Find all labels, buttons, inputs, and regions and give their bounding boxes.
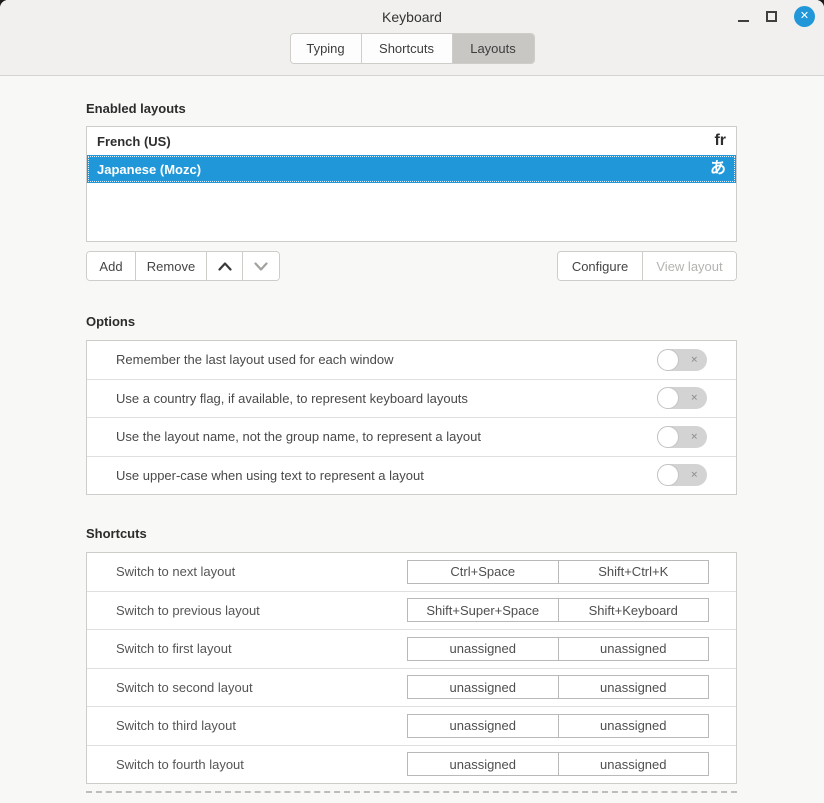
option-row-upper-case: Use upper-case when using text to repres… <box>87 457 736 495</box>
add-button[interactable]: Add <box>87 252 136 280</box>
shortcut-row-second-layout: Switch to second layout unassigned unass… <box>87 669 736 708</box>
window-resize-edge[interactable] <box>86 791 737 793</box>
configure-button[interactable]: Configure <box>558 252 643 280</box>
keybinding-group: unassigned unassigned <box>407 675 709 699</box>
close-icon[interactable]: ✕ <box>794 6 815 27</box>
toggle-off-icon: ✕ <box>690 432 698 441</box>
shortcut-row-previous-layout: Switch to previous layout Shift+Super+Sp… <box>87 592 736 631</box>
titlebar[interactable]: Keyboard ✕ <box>0 0 824 33</box>
toggle-off-icon: ✕ <box>690 394 698 403</box>
layout-indicator-fr-icon: fr <box>714 133 726 149</box>
keybinding-cell[interactable]: unassigned <box>408 753 559 775</box>
layout-list-toolbar: Add Remove Configure View layout <box>86 251 737 281</box>
keybinding-cell[interactable]: unassigned <box>408 715 559 737</box>
view-layout-button[interactable]: View layout <box>643 252 736 280</box>
chevron-down-icon <box>254 262 268 271</box>
toggle-knob <box>657 349 679 371</box>
shortcut-label: Switch to second layout <box>116 680 253 695</box>
shortcut-label: Switch to first layout <box>116 641 232 656</box>
enabled-layouts-list[interactable]: French (US) fr Japanese (Mozc) あ <box>86 126 737 242</box>
shortcuts-header: Shortcuts <box>86 526 737 542</box>
shortcut-row-third-layout: Switch to third layout unassigned unassi… <box>87 707 736 746</box>
tab-group: Typing Shortcuts Layouts <box>290 33 535 64</box>
shortcut-row-fourth-layout: Switch to fourth layout unassigned unass… <box>87 746 736 784</box>
tab-shortcuts[interactable]: Shortcuts <box>362 34 453 63</box>
keybinding-cell[interactable]: Shift+Super+Space <box>408 599 559 621</box>
layout-name: French (US) <box>97 134 171 149</box>
shortcut-label: Switch to previous layout <box>116 603 260 618</box>
shortcut-label: Switch to third layout <box>116 718 236 733</box>
toggle-knob <box>657 387 679 409</box>
shortcut-row-next-layout: Switch to next layout Ctrl+Space Shift+C… <box>87 553 736 592</box>
keybinding-cell[interactable]: unassigned <box>559 638 709 660</box>
keybinding-cell[interactable]: Shift+Keyboard <box>559 599 709 621</box>
toggle-knob <box>657 426 679 448</box>
chevron-up-icon <box>218 262 232 271</box>
keyboard-settings-window: Keyboard ✕ Typing Shortcuts Layouts Enab… <box>0 0 824 803</box>
enabled-layouts-header: Enabled layouts <box>86 101 737 117</box>
maximize-icon[interactable] <box>766 11 777 22</box>
keybinding-cell[interactable]: Ctrl+Space <box>408 561 559 583</box>
keybinding-cell[interactable]: unassigned <box>408 676 559 698</box>
toggle-off-icon: ✕ <box>690 355 698 364</box>
tab-typing[interactable]: Typing <box>291 34 362 63</box>
toggle-layout-name[interactable]: ✕ <box>657 426 707 448</box>
tab-layouts[interactable]: Layouts <box>453 34 534 63</box>
keybinding-cell[interactable]: unassigned <box>408 638 559 660</box>
layout-row-japanese[interactable]: Japanese (Mozc) あ <box>87 155 736 183</box>
keybinding-cell[interactable]: unassigned <box>559 715 709 737</box>
toggle-off-icon: ✕ <box>690 471 698 480</box>
keybinding-cell[interactable]: unassigned <box>559 753 709 775</box>
layout-indicator-ja-icon: あ <box>710 161 726 177</box>
option-label: Use the layout name, not the group name,… <box>116 429 481 444</box>
shortcut-row-first-layout: Switch to first layout unassigned unassi… <box>87 630 736 669</box>
keybinding-group: unassigned unassigned <box>407 752 709 776</box>
option-row-country-flag: Use a country flag, if available, to rep… <box>87 380 736 419</box>
edit-button-group: Add Remove <box>86 251 280 281</box>
shortcut-label: Switch to next layout <box>116 564 235 579</box>
keybinding-group: unassigned unassigned <box>407 637 709 661</box>
keybinding-group: Ctrl+Space Shift+Ctrl+K <box>407 560 709 584</box>
toggle-remember-last-layout[interactable]: ✕ <box>657 349 707 371</box>
option-label: Use a country flag, if available, to rep… <box>116 391 468 406</box>
keybinding-group: unassigned unassigned <box>407 714 709 738</box>
options-box: Remember the last layout used for each w… <box>86 340 737 495</box>
window-controls: ✕ <box>738 0 815 33</box>
minimize-icon[interactable] <box>738 20 749 22</box>
keybinding-cell[interactable]: unassigned <box>559 676 709 698</box>
toggle-country-flag[interactable]: ✕ <box>657 387 707 409</box>
option-row-layout-name: Use the layout name, not the group name,… <box>87 418 736 457</box>
tabs-row: Typing Shortcuts Layouts <box>0 33 824 64</box>
window-title: Keyboard <box>382 9 442 25</box>
move-down-button[interactable] <box>243 252 279 280</box>
configure-button-group: Configure View layout <box>557 251 737 281</box>
layout-row-french[interactable]: French (US) fr <box>87 127 736 155</box>
toggle-knob <box>657 464 679 486</box>
shortcut-label: Switch to fourth layout <box>116 757 244 772</box>
keybinding-cell[interactable]: Shift+Ctrl+K <box>559 561 709 583</box>
move-up-button[interactable] <box>207 252 243 280</box>
option-label: Remember the last layout used for each w… <box>116 352 393 367</box>
option-row-remember-last-layout: Remember the last layout used for each w… <box>87 341 736 380</box>
window-header: Keyboard ✕ Typing Shortcuts Layouts <box>0 0 824 76</box>
keybinding-group: Shift+Super+Space Shift+Keyboard <box>407 598 709 622</box>
option-label: Use upper-case when using text to repres… <box>116 468 424 483</box>
layouts-panel: Enabled layouts French (US) fr Japanese … <box>0 101 824 793</box>
layout-name: Japanese (Mozc) <box>97 162 201 177</box>
remove-button[interactable]: Remove <box>136 252 207 280</box>
shortcuts-box: Switch to next layout Ctrl+Space Shift+C… <box>86 552 737 784</box>
options-header: Options <box>86 314 737 330</box>
toggle-upper-case[interactable]: ✕ <box>657 464 707 486</box>
